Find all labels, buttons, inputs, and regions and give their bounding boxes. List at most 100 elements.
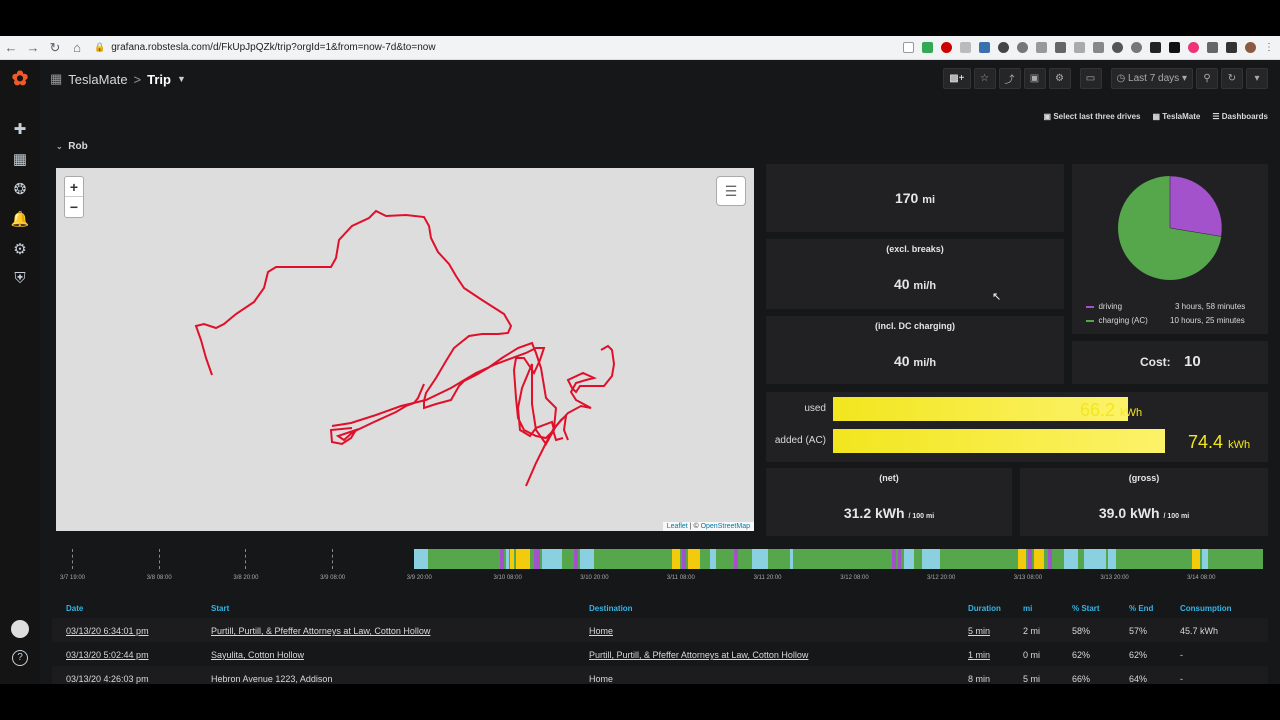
gear-icon[interactable]: ⚙ [10,240,30,258]
shield-icon[interactable]: ⛨ [10,270,30,288]
cell-destination[interactable]: Purtill, Purtill, & Pfeffer Attorneys at… [589,650,808,660]
extension-icon[interactable] [1093,42,1104,53]
dashboard-links: ▣ Select last three drives ▦ TeslaMate ☰… [1044,112,1268,121]
cell-date[interactable]: 03/13/20 4:26:03 pm [66,674,149,684]
cell-destination[interactable]: Home [589,626,613,636]
used-label: used [804,403,826,414]
extension-icon[interactable] [1150,42,1161,53]
forward-icon[interactable]: → [22,37,44,59]
cell-date[interactable]: 03/13/20 6:34:01 pm [66,626,149,636]
added-ac-bar [833,429,1165,453]
link-select-last-drives[interactable]: ▣ Select last three drives [1044,112,1141,121]
link-dashboards[interactable]: ☰ Dashboards [1212,112,1268,121]
extension-icon[interactable] [1226,42,1237,53]
address-bar[interactable]: 🔒 grafana.robstesla.com/d/FkUpJpQZk/trip… [94,42,903,53]
cell-destination[interactable]: Home [589,674,613,684]
cell-start[interactable]: Hebron Avenue 1223, Addison [211,674,332,684]
extension-icon[interactable] [1017,42,1028,53]
column-header-duration[interactable]: Duration [968,604,1001,613]
save-icon[interactable]: ▣ [1023,68,1046,89]
explore-icon[interactable]: ❂ [10,180,30,198]
extension-icon[interactable] [922,42,933,53]
page-title[interactable]: Trip [147,72,171,87]
cell-date[interactable]: 03/13/20 5:02:44 pm [66,650,149,660]
state-timeline[interactable] [414,549,1263,569]
legend-item-charging[interactable]: charging (AC) [1086,316,1148,325]
star-icon[interactable]: ☆ [973,68,996,89]
menu-dots-icon[interactable]: ⋮ [1264,42,1274,53]
bell-icon[interactable]: 🔔 [10,210,30,228]
leaflet-link[interactable]: Leaflet [667,523,688,530]
used-value: 66.2 kWh [1080,400,1143,420]
timeline-segment [922,549,940,569]
column-header-start[interactable]: Start [211,604,229,613]
time-breakdown-pie-panel: driving 3 hours, 58 minutes charging (AC… [1072,164,1268,334]
extension-icon[interactable] [1169,42,1180,53]
column-header-end-percent[interactable]: % End [1129,604,1153,613]
column-header-consumption[interactable]: Consumption [1180,604,1232,613]
help-icon[interactable]: ? [12,650,28,666]
home-icon[interactable]: ⌂ [66,37,88,59]
extension-icon[interactable] [1131,42,1142,53]
extension-icon[interactable] [979,42,990,53]
extension-icon[interactable] [1036,42,1047,53]
speed-excl-breaks-label: (excl. breaks) [886,244,944,254]
breadcrumb-teslamate[interactable]: TeslaMate [68,72,127,87]
share-icon[interactable]: ⤴ [998,68,1021,89]
extension-icon[interactable] [1074,42,1085,53]
refresh-icon[interactable]: ↻ [1221,68,1243,89]
timeline-tick-label: 3/10 08:00 [493,575,522,581]
speed-excl-breaks-value: 40 mi/h [893,276,937,292]
timeline-tick [72,549,73,569]
extension-icons: ⋮ [903,42,1274,53]
layers-icon[interactable]: ☰ [716,176,746,206]
extension-icon[interactable] [1055,42,1066,53]
extension-icon[interactable] [960,42,971,53]
dashboard-grid-icon: ▦ [50,71,63,86]
cell-duration[interactable]: 1 min [968,650,990,660]
column-header-mi[interactable]: mi [1023,604,1032,613]
timeline-segment [506,549,509,569]
cast-icon[interactable] [1207,42,1218,53]
legend-item-driving[interactable]: driving [1086,302,1122,311]
column-header-date[interactable]: Date [66,604,83,613]
column-header-start-percent[interactable]: % Start [1072,604,1100,613]
zoom-in-button[interactable]: + [65,177,83,197]
profile-avatar[interactable] [1245,42,1256,53]
avatar[interactable] [11,620,29,638]
trip-map[interactable]: + − ☰ Leaflet | © OpenStreetMap [56,168,754,531]
back-icon[interactable]: ← [0,37,22,59]
extension-icon[interactable] [941,42,952,53]
extension-icon[interactable] [1112,42,1123,53]
legend-value-driving: 3 hours, 58 minutes [1175,302,1246,311]
timeline-segment [710,549,716,569]
grafana-logo-icon[interactable]: ✿ [9,68,31,90]
lock-icon: 🔒 [94,42,106,52]
column-header-destination[interactable]: Destination [589,604,633,613]
reload-icon[interactable]: ↻ [44,37,66,59]
cell-duration[interactable]: 5 min [968,626,990,636]
time-range-picker[interactable]: ◷ Last 7 days ▾ [1110,68,1193,89]
cell-start[interactable]: Sayulita, Cotton Hollow [211,650,304,660]
link-teslamate[interactable]: ▦ TeslaMate [1152,112,1200,121]
bookmark-star-icon[interactable] [903,42,914,53]
settings-gear-icon[interactable]: ⚙ [1048,68,1071,89]
tv-mode-icon[interactable]: ▭ [1079,68,1102,89]
extension-icon[interactable] [998,42,1009,53]
refresh-interval-dropdown[interactable]: ▾ [1246,68,1268,89]
cell-duration[interactable]: 8 min [968,674,990,684]
dashboards-icon[interactable]: ▦ [10,150,30,168]
timeline-segment [898,549,901,569]
chevron-down-icon[interactable]: ▼ [177,74,186,84]
timeline-segment [574,549,578,569]
cell-start[interactable]: Purtill, Purtill, & Pfeffer Attorneys at… [211,626,430,636]
add-panel-icon[interactable]: ▩+ [943,68,971,89]
openstreetmap-link[interactable]: OpenStreetMap [701,523,750,530]
row-header[interactable]: ⌄ Rob [56,141,88,152]
zoom-out-icon[interactable]: ⚲ [1196,68,1218,89]
plus-icon[interactable]: ✚ [10,120,30,138]
timeline-segment [542,549,562,569]
zoom-out-button[interactable]: − [65,197,83,217]
extension-icon[interactable] [1188,42,1199,53]
url-text: grafana.robstesla.com/d/FkUpJpQZk/trip?o… [111,42,436,53]
